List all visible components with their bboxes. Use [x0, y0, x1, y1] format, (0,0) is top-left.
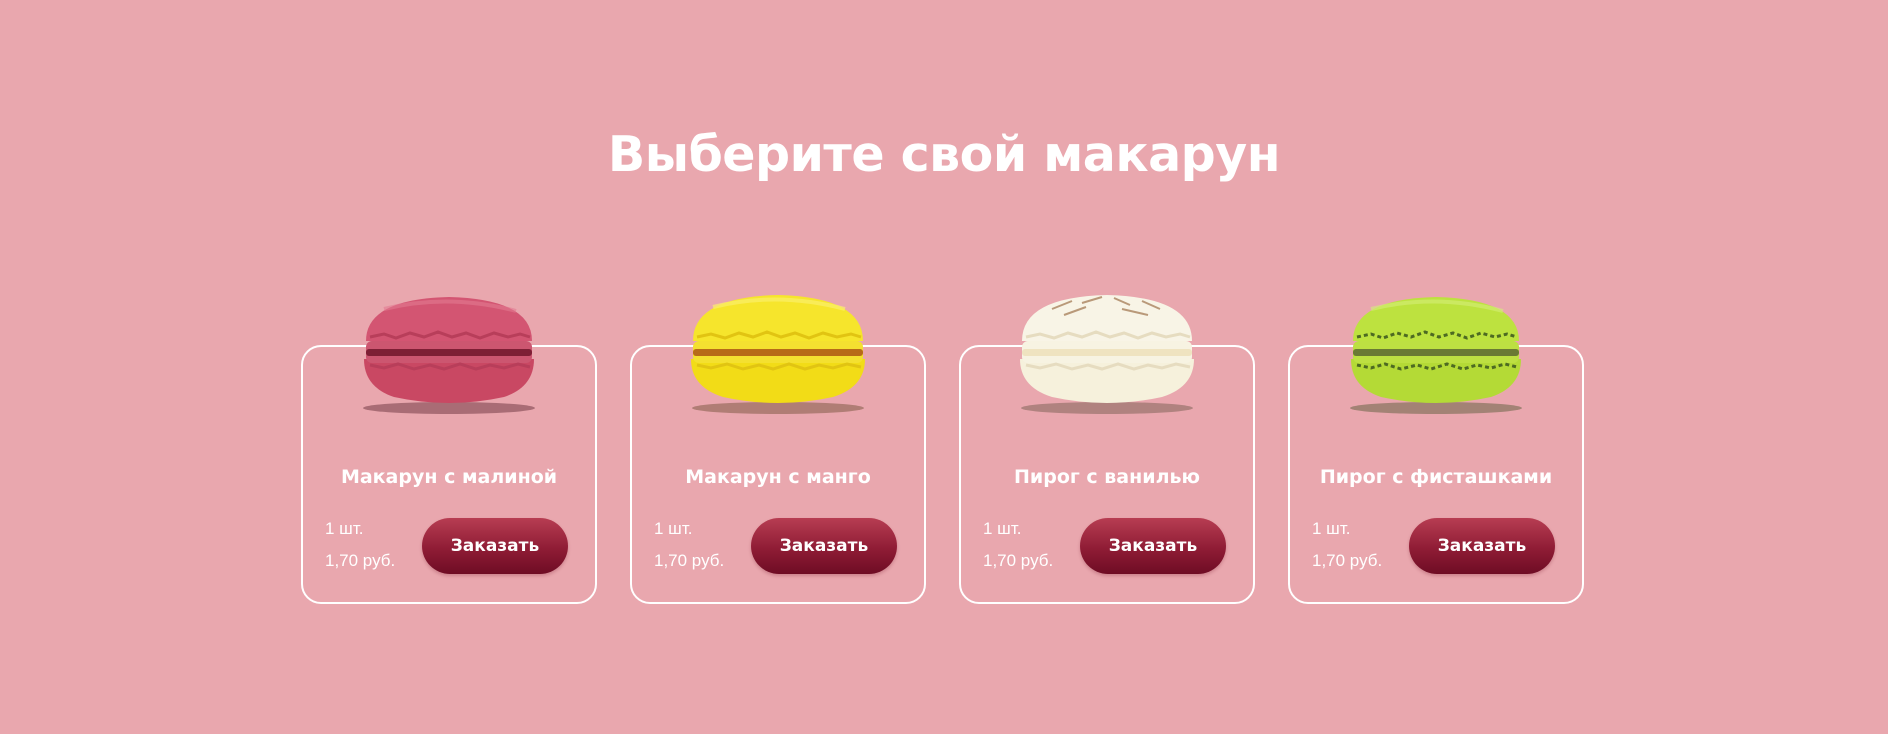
product-price: 1,70 руб. [325, 551, 396, 570]
order-button[interactable]: Заказать [422, 518, 568, 574]
order-button[interactable]: Заказать [1409, 518, 1555, 574]
order-button[interactable]: Заказать [1080, 518, 1226, 574]
product-card-vanilla: Пирог с ванилью 1 шт. 1,70 руб. Заказать [959, 295, 1255, 604]
product-price: 1,70 руб. [1312, 551, 1383, 570]
product-name: Пирог с ванилью [1014, 466, 1200, 488]
section-title: Выберите свой макарун [607, 126, 1281, 183]
macaron-vanilla-image [1002, 279, 1212, 419]
product-quantity: 1 шт. [654, 519, 693, 538]
product-name: Макарун с малиной [340, 466, 558, 488]
macaron-pistachio-image [1331, 279, 1541, 419]
product-quantity: 1 шт. [983, 519, 1022, 538]
product-cards: Макарун с малиной 1 шт. 1,70 руб. Заказа… [301, 295, 1584, 604]
product-name: Макарун с манго [685, 466, 871, 488]
macaron-raspberry-image [344, 279, 554, 419]
macaron-section: Выберите свой макарун Макарун с малиной … [0, 0, 1888, 734]
product-name: Пирог с фисташками [1319, 466, 1553, 488]
order-button[interactable]: Заказать [751, 518, 897, 574]
product-card-pistachio: Пирог с фисташками 1 шт. 1,70 руб. Заказ… [1288, 297, 1584, 604]
macaron-mango-image [673, 279, 883, 419]
product-card-raspberry: Макарун с малиной 1 шт. 1,70 руб. Заказа… [301, 297, 597, 604]
product-price: 1,70 руб. [983, 551, 1054, 570]
product-card-mango: Макарун с манго 1 шт. 1,70 руб. Заказать [630, 295, 926, 604]
product-price: 1,70 руб. [654, 551, 725, 570]
product-quantity: 1 шт. [1312, 519, 1351, 538]
product-quantity: 1 шт. [325, 519, 364, 538]
